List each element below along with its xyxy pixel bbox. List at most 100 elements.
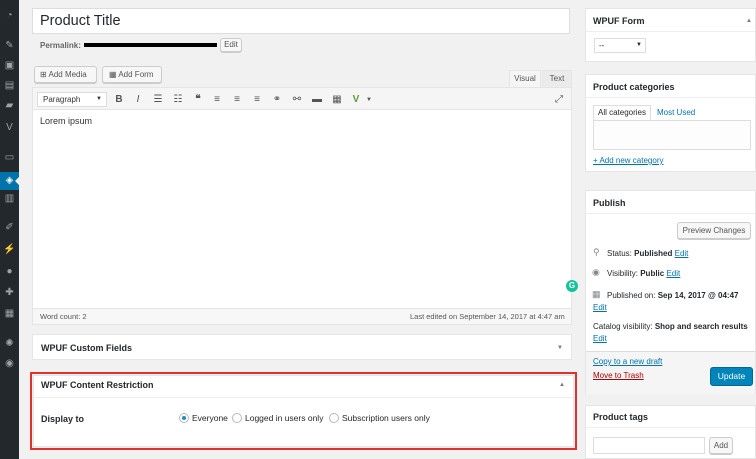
published-edit-link[interactable]: Edit — [593, 303, 607, 312]
numbered-list-icon[interactable]: ☷ — [172, 94, 184, 106]
visibility-value: Public — [640, 269, 665, 278]
comments-icon[interactable]: ▰ — [3, 100, 16, 112]
publish-box: Publish Preview Changes ⚲ Status: Publis… — [585, 190, 756, 394]
bold-icon[interactable]: B — [113, 94, 125, 106]
title-text: Product Title — [40, 13, 121, 29]
wpuf-form-select-value: -- — [599, 41, 605, 50]
wpuf-form-box: WPUF Form ▲ -- ▼ — [585, 8, 756, 62]
visibility-label: Visibility: — [607, 269, 638, 278]
custom-fields-title: WPUF Custom Fields — [41, 343, 133, 353]
preview-changes-button[interactable]: Preview Changes — [677, 222, 751, 239]
shortcode-chevron-down-icon[interactable]: ▼ — [363, 94, 375, 106]
media-icon[interactable]: ▣ — [3, 60, 16, 72]
visibility-eye-icon: ◉ — [592, 267, 600, 277]
update-button[interactable]: Update — [710, 367, 753, 386]
tab-most-used[interactable]: Most Used — [657, 108, 695, 117]
wpuf-form-select[interactable]: -- ▼ — [594, 38, 646, 53]
format-select[interactable]: Paragraph ▼ — [37, 92, 107, 107]
add-form-icon: ▦ — [109, 70, 117, 79]
dashboard-icon[interactable]: ◔ — [3, 10, 16, 22]
insert-link-icon[interactable]: ⚭ — [271, 94, 283, 106]
content-restriction-divider — [34, 397, 573, 398]
add-tag-button[interactable]: Add — [709, 437, 733, 454]
published-label: Published on: — [607, 291, 656, 300]
pages-icon[interactable]: ▤ — [3, 80, 16, 92]
bullet-list-icon[interactable]: ☰ — [152, 94, 164, 106]
custom-fields-toggle-icon[interactable]: ▼ — [557, 345, 563, 351]
add-media-label: Add Media — [48, 70, 87, 79]
tools-icon[interactable]: ✚ — [3, 287, 16, 299]
move-to-trash-link[interactable]: Move to Trash — [593, 371, 644, 380]
last-edited: Last edited on September 14, 2017 at 4:4… — [410, 312, 565, 321]
word-count: Word count: 2 — [40, 312, 87, 321]
radio-everyone-label[interactable]: Everyone — [192, 413, 228, 423]
format-select-value: Paragraph — [43, 95, 81, 104]
tab-visual[interactable]: Visual — [509, 70, 541, 87]
read-more-icon[interactable]: ▬ — [311, 94, 323, 106]
publish-title: Publish — [593, 198, 626, 208]
editor-content[interactable]: Lorem ipsum — [40, 116, 92, 126]
stats-icon[interactable]: ▥ — [3, 193, 16, 205]
publish-divider — [586, 213, 755, 214]
visibility-line: Visibility: Public Edit — [607, 269, 680, 278]
wpuf-form-toggle-icon[interactable]: ▲ — [746, 18, 752, 24]
product-categories-divider — [586, 97, 755, 98]
extension-icon[interactable]: ✺ — [3, 338, 16, 350]
add-new-category-link[interactable]: + Add new category — [593, 156, 664, 165]
catalog-value: Shop and search results — [654, 322, 748, 331]
status-pin-icon: ⚲ — [593, 247, 600, 257]
status-value: Published — [634, 249, 673, 258]
category-checklist[interactable] — [593, 120, 751, 150]
add-media-button[interactable]: ⊞ Add Media — [34, 66, 97, 83]
align-left-icon[interactable]: ≡ — [211, 94, 223, 106]
catalog-edit-link[interactable]: Edit — [593, 334, 607, 343]
align-right-icon[interactable]: ≡ — [251, 94, 263, 106]
collapse-icon[interactable]: ◉ — [3, 358, 16, 370]
radio-everyone-dot — [182, 416, 186, 420]
content-restriction-toggle-icon[interactable]: ▲ — [559, 382, 565, 388]
radio-subscription-label[interactable]: Subscription users only — [342, 413, 430, 423]
pin-icon[interactable]: ✎ — [3, 40, 16, 52]
copy-draft-link[interactable]: Copy to a new draft — [593, 357, 662, 366]
radio-everyone[interactable] — [179, 413, 189, 423]
custom-fields-box[interactable]: WPUF Custom Fields ▼ — [32, 334, 572, 360]
products-icon[interactable]: ◈ — [0, 172, 19, 190]
toolbar-toggle-icon[interactable]: ▦ — [331, 94, 343, 106]
tab-all-categories[interactable]: All categories — [593, 105, 651, 120]
visibility-edit-link[interactable]: Edit — [666, 269, 680, 278]
title-input[interactable]: Product Title — [32, 8, 570, 34]
wpuf-shortcode-icon[interactable]: V — [350, 94, 362, 106]
remove-link-icon[interactable]: ⚯ — [291, 94, 303, 106]
tab-text[interactable]: Text — [542, 70, 572, 87]
published-value: Sep 14, 2017 @ 04:47 — [657, 291, 739, 300]
status-label: Status: — [607, 249, 632, 258]
blockquote-icon[interactable]: ❝ — [192, 94, 204, 106]
permalink-edit-button[interactable]: Edit — [220, 38, 242, 52]
content-restriction-title: WPUF Content Restriction — [41, 380, 154, 390]
radio-subscription[interactable] — [329, 413, 339, 423]
tag-input[interactable] — [593, 437, 705, 454]
appearance-icon[interactable]: ✐ — [3, 222, 16, 234]
align-center-icon[interactable]: ≡ — [231, 94, 243, 106]
add-form-button[interactable]: ▦ Add Form — [102, 66, 162, 83]
grammarly-icon[interactable]: G — [566, 280, 578, 292]
woocommerce-icon[interactable]: ▭ — [3, 152, 16, 164]
wpuf-form-chevron-down-icon: ▼ — [636, 42, 642, 48]
radio-logged-in[interactable] — [232, 413, 242, 423]
status-edit-link[interactable]: Edit — [675, 249, 689, 258]
italic-icon[interactable]: I — [132, 94, 144, 106]
wpuf-form-title: WPUF Form — [593, 16, 645, 26]
status-line: Status: Published Edit — [607, 249, 688, 258]
product-tags-title: Product tags — [593, 412, 649, 422]
wpuf-icon[interactable]: V — [3, 122, 16, 134]
add-form-label: Add Form — [118, 70, 154, 79]
settings-icon[interactable]: ▦ — [3, 308, 16, 320]
radio-logged-in-label[interactable]: Logged in users only — [245, 413, 323, 423]
fullscreen-icon[interactable]: ⤢ — [553, 94, 565, 106]
plugins-icon[interactable]: ⚡ — [3, 244, 16, 256]
permalink-label: Permalink: — [40, 41, 81, 50]
admin-sidebar: ◔ ✎ ▣ ▤ ▰ V ▭ ◈ ▥ ✐ ⚡ ● ✚ ▦ ✺ ◉ — [0, 0, 19, 459]
users-icon[interactable]: ● — [3, 266, 16, 278]
content-restriction-box: WPUF Content Restriction ▲ Display to Ev… — [33, 375, 574, 447]
product-categories-box: Product categories All categories Most U… — [585, 74, 756, 172]
